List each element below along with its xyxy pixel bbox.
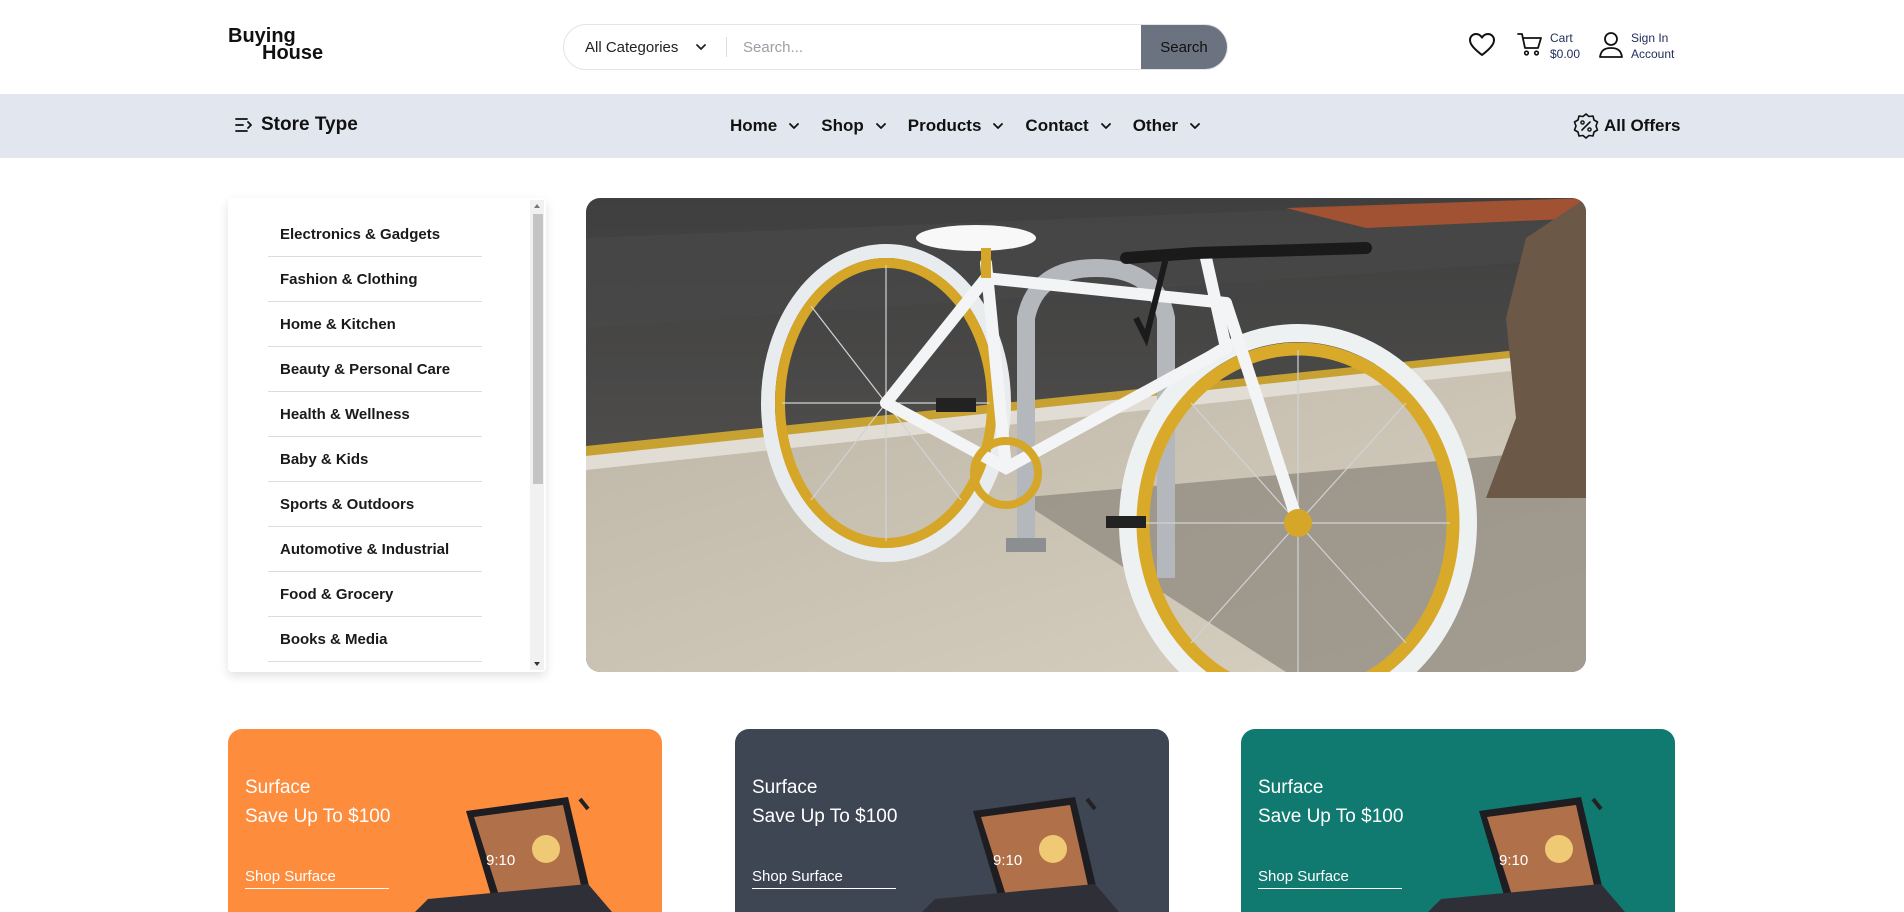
sidebar-scrollbar[interactable]	[530, 200, 544, 670]
promo-shop-link[interactable]: Shop Surface	[245, 868, 389, 889]
chevron-down-icon	[993, 123, 1004, 129]
promo-line-2: Save Up To $100	[1258, 806, 1404, 827]
menu-item-shop[interactable]: Shop	[821, 116, 888, 136]
site-header: Buying House All Categories Search Cart …	[0, 0, 1904, 94]
category-select-value: All Categories	[585, 38, 679, 56]
cart-summary: Cart $0.00	[1544, 30, 1580, 66]
promo-title: Surface Save Up To $100	[752, 773, 897, 831]
discount-badge-icon	[1573, 113, 1599, 139]
promo-title: Surface Save Up To $100	[1258, 773, 1403, 831]
chevron-down-icon	[875, 123, 886, 129]
all-offers-link[interactable]: All Offers	[1572, 112, 1681, 140]
chevron-down-icon	[1190, 123, 1200, 129]
cart-icon	[1517, 33, 1542, 56]
store-type-label: Store Type	[261, 114, 358, 135]
cart-label: Cart	[1550, 31, 1573, 45]
category-item[interactable]: Home & Kitchen	[268, 302, 482, 347]
menu-item-products[interactable]: Products	[908, 116, 1006, 136]
menu-item-home[interactable]: Home	[730, 116, 801, 136]
category-item[interactable]: Fashion & Clothing	[268, 257, 482, 302]
category-item[interactable]: Electronics & Gadgets	[268, 212, 482, 257]
user-icon	[1599, 32, 1623, 58]
bicycle-photo	[586, 198, 1586, 672]
category-select[interactable]: All Categories	[564, 25, 726, 69]
search-button[interactable]: Search	[1141, 25, 1227, 69]
tablet-image: 9:10	[922, 797, 1119, 912]
menu-item-contact[interactable]: Contact	[1025, 116, 1112, 136]
search-bar: All Categories Search	[563, 24, 1228, 70]
category-item[interactable]: Food & Grocery	[268, 572, 482, 617]
promo-card[interactable]: Surface Save Up To $100 Shop Surface 9:1…	[1241, 729, 1675, 912]
category-item[interactable]: Automotive & Industrial	[268, 527, 482, 572]
main-menu: Home Shop Products Contact Other	[730, 94, 1222, 158]
scrollbar-thumb[interactable]	[533, 214, 543, 484]
promo-shop-link[interactable]: Shop Surface	[752, 868, 896, 889]
promo-title: Surface Save Up To $100	[245, 773, 390, 831]
account-line-1: Sign In	[1631, 31, 1669, 45]
category-sidebar: Electronics & Gadgets Fashion & Clothing…	[228, 198, 546, 672]
all-offers-label: All Offers	[1604, 116, 1681, 135]
scroll-up-arrow-icon[interactable]	[534, 204, 540, 208]
main-navbar: Store Type Home Shop Products Contact Ot…	[0, 94, 1904, 158]
tablet-image: 9:10	[415, 797, 612, 912]
tablet-image: 9:10	[1428, 797, 1625, 912]
menu-item-label: Products	[907, 116, 982, 135]
promo-line-1: Surface	[245, 777, 311, 798]
category-item[interactable]: Beauty & Personal Care	[268, 347, 482, 392]
promo-line-1: Surface	[752, 777, 818, 798]
promo-line-1: Surface	[1258, 777, 1324, 798]
chevron-down-icon	[789, 123, 800, 129]
tablet-screen-time: 9:10	[486, 852, 515, 869]
account-summary: Sign In Account	[1625, 30, 1674, 66]
heart-icon	[1469, 33, 1495, 56]
wishlist-button[interactable]	[1467, 30, 1497, 66]
category-item[interactable]: Sports & Outdoors	[268, 482, 482, 527]
cart-amount: $0.00	[1550, 47, 1581, 61]
store-type-toggle[interactable]: Store Type	[235, 114, 358, 136]
logo-line-2: House	[262, 42, 324, 64]
menu-lines-icon	[235, 118, 252, 132]
promo-shop-link[interactable]: Shop Surface	[1258, 868, 1402, 889]
menu-item-label: Shop	[821, 116, 864, 135]
hero-banner-image[interactable]	[586, 198, 1586, 672]
chevron-down-icon	[696, 44, 706, 50]
category-item[interactable]: Books & Media	[268, 617, 482, 662]
tablet-screen-time: 9:10	[993, 852, 1022, 869]
promo-card[interactable]: Surface Save Up To $100 Shop Surface 9:1…	[735, 729, 1169, 912]
menu-item-other[interactable]: Other	[1133, 116, 1202, 136]
category-item[interactable]: Baby & Kids	[268, 437, 482, 482]
promo-line-2: Save Up To $100	[752, 806, 898, 827]
search-input[interactable]	[727, 25, 1105, 69]
site-logo[interactable]: Buying House	[228, 26, 324, 64]
account-line-2: Account	[1631, 47, 1675, 61]
promo-line-2: Save Up To $100	[245, 806, 391, 827]
menu-item-label: Home	[730, 116, 778, 135]
tablet-screen-time: 9:10	[1499, 852, 1528, 869]
chevron-down-icon	[1100, 123, 1111, 129]
cart-button[interactable]: Cart $0.00	[1516, 30, 1580, 66]
scroll-down-arrow-icon[interactable]	[534, 662, 540, 666]
menu-item-label: Other	[1132, 116, 1179, 135]
category-item[interactable]: Health & Wellness	[268, 392, 482, 437]
promo-card[interactable]: Surface Save Up To $100 Shop Surface 9:1…	[228, 729, 662, 912]
account-button[interactable]: Sign In Account	[1597, 30, 1674, 66]
menu-item-label: Contact	[1025, 116, 1089, 135]
category-list: Electronics & Gadgets Fashion & Clothing…	[268, 212, 482, 662]
